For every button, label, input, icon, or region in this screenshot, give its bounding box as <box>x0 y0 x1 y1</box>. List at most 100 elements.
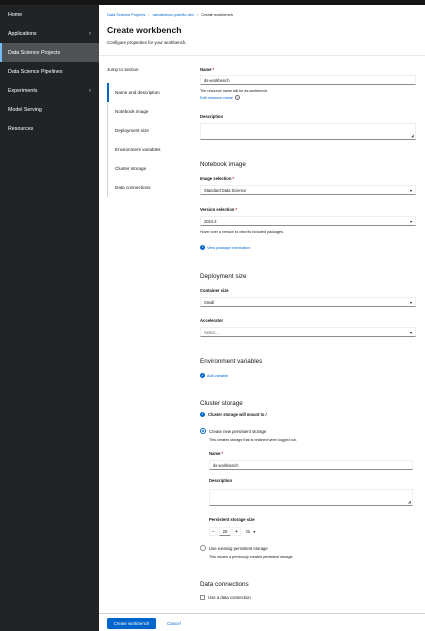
page-title: Create workbench <box>107 25 182 35</box>
create-workbench-button[interactable]: Create workbench <box>107 618 156 629</box>
page-description: Configure properties for your workbench. <box>107 40 187 45</box>
sidebar-item-experiments[interactable]: Experiments › <box>0 81 99 100</box>
use-data-connection-label: Use a data connection <box>208 595 251 600</box>
header-divider <box>99 55 425 56</box>
storage-size-stepper: − 20 + Gi ▾ <box>209 527 255 536</box>
chevron-right-icon: › <box>89 87 91 94</box>
resource-name-helper: The resource name will be ds-workbench. <box>200 89 269 93</box>
info-icon: i <box>200 245 205 250</box>
existing-storage-label: Use existing persistent storage <box>209 545 268 551</box>
existing-storage-radio[interactable]: Use existing persistent storage <box>200 545 268 551</box>
image-selection-label: Image selection* <box>200 176 235 181</box>
image-selection-select[interactable]: Standard Data Science ▾ <box>200 185 416 195</box>
use-data-connection-checkbox[interactable]: Use a data connection <box>200 595 251 600</box>
storage-size-input[interactable]: 20 <box>219 527 231 536</box>
cluster-storage-info: i Cluster storage will mount to / <box>200 412 267 417</box>
resize-handle-icon[interactable]: ◢ <box>408 500 411 504</box>
create-storage-label: Create new persistent storage <box>209 428 267 434</box>
jump-link-environment-variables[interactable]: Environment variables <box>107 140 191 159</box>
jump-links: Name and description Notebook image Depl… <box>107 83 191 197</box>
form-footer: Create workbench Cancel <box>99 613 425 631</box>
description-textarea[interactable]: ◢ <box>200 123 416 140</box>
storage-name-label: Name* <box>209 451 224 456</box>
jump-to-section-heading: Jump to section <box>107 67 139 72</box>
data-connections-title: Data connections <box>200 581 249 588</box>
accelerator-label: Accelerator <box>200 318 224 323</box>
sidebar-item-model-serving[interactable]: Model Serving <box>0 100 99 119</box>
environment-variables-title: Environment variables <box>200 358 263 365</box>
breadcrumb-current: Create workbench <box>201 12 233 17</box>
accelerator-select[interactable]: Select... ▾ <box>200 327 416 337</box>
add-circle-icon: + <box>200 373 205 378</box>
container-size-label: Container size <box>200 288 229 293</box>
radio-unchecked-icon[interactable] <box>200 545 206 551</box>
radio-checked-icon[interactable] <box>200 428 206 434</box>
storage-name-input[interactable]: ds-workbench <box>209 460 413 470</box>
checkbox-icon[interactable] <box>200 595 205 600</box>
jump-link-data-connections[interactable]: Data connections <box>107 178 191 197</box>
required-mark: * <box>221 451 224 456</box>
version-selection-label: Version selection* <box>200 207 238 212</box>
storage-description-label: Description <box>209 478 233 483</box>
version-helper: Hover over a version to view its include… <box>200 230 284 234</box>
storage-unit-value: Gi <box>246 529 251 534</box>
cluster-storage-info-text: Cluster storage will mount to / <box>208 412 267 417</box>
version-selection-select[interactable]: 2024.2 ▾ <box>200 216 416 226</box>
sidebar-item-applications[interactable]: Applications › <box>0 24 99 43</box>
cancel-button[interactable]: Cancel <box>167 618 181 629</box>
resize-handle-icon[interactable]: ◢ <box>411 134 414 138</box>
create-storage-helper: This creates storage that is retained wh… <box>209 438 297 442</box>
sidebar-item-resources[interactable]: Resources <box>0 119 99 138</box>
storage-size-label: Persistent storage size <box>209 517 255 522</box>
image-selection-value: Standard Data Science <box>204 187 247 193</box>
sidebar-item-label: Home <box>8 11 23 18</box>
add-variable-link[interactable]: Add variable <box>207 374 228 378</box>
sidebar-item-label: Applications <box>8 30 37 37</box>
jump-link-notebook-image[interactable]: Notebook image <box>107 102 191 121</box>
help-icon[interactable]: ? <box>234 95 240 100</box>
sidebar-nav: Home Applications › Data Science Projects… <box>0 5 99 631</box>
storage-description-textarea[interactable]: ◢ <box>209 489 413 506</box>
decrement-button[interactable]: − <box>209 527 218 536</box>
cluster-storage-title: Cluster storage <box>200 400 243 407</box>
sidebar-item-label: Data Science Pipelines <box>8 68 63 75</box>
main-content: Data Science Projects › ramaktahov-yokof… <box>99 5 425 631</box>
breadcrumb-separator: › <box>196 12 199 17</box>
breadcrumb-project-link[interactable]: ramaktahov-yokofix-dev <box>153 12 194 17</box>
edit-resource-name-link[interactable]: Edit resource name <box>200 96 233 100</box>
container-size-select[interactable]: Small ▾ <box>200 297 416 307</box>
name-input[interactable]: ds-workbench <box>200 75 416 85</box>
increment-button[interactable]: + <box>232 527 241 536</box>
notebook-image-title: Notebook image <box>200 161 246 168</box>
name-label: Name* <box>200 67 215 72</box>
jump-link-deployment-size[interactable]: Deployment size <box>107 121 191 140</box>
view-package-info-row[interactable]: i View package information <box>200 245 250 250</box>
sidebar-item-data-science-projects[interactable]: Data Science Projects <box>0 43 99 62</box>
breadcrumb-projects-link[interactable]: Data Science Projects <box>107 12 145 17</box>
view-package-info-link[interactable]: View package information <box>207 246 250 250</box>
required-mark: * <box>235 207 238 212</box>
sidebar-item-label: Resources <box>8 125 34 132</box>
edit-resource-name-row: Edit resource name ? <box>200 95 240 100</box>
storage-unit-select[interactable]: Gi ▾ <box>246 529 255 534</box>
sidebar-item-data-science-pipelines[interactable]: Data Science Pipelines <box>0 62 99 81</box>
deployment-size-title: Deployment size <box>200 273 247 280</box>
add-variable-row[interactable]: + Add variable <box>200 373 228 378</box>
jump-link-name-description[interactable]: Name and description <box>107 83 191 102</box>
version-selection-value: 2024.2 <box>204 218 217 224</box>
caret-down-icon: ▾ <box>409 329 412 335</box>
info-icon: i <box>200 412 205 417</box>
breadcrumb: Data Science Projects › ramaktahov-yokof… <box>107 12 233 17</box>
accelerator-value: Select... <box>204 329 219 335</box>
breadcrumb-separator: › <box>148 12 150 17</box>
sidebar-item-label: Data Science Projects <box>8 49 61 56</box>
jump-link-cluster-storage[interactable]: Cluster storage <box>107 159 191 178</box>
create-storage-radio[interactable]: Create new persistent storage <box>200 428 266 434</box>
caret-down-icon: ▾ <box>409 299 412 305</box>
required-mark: * <box>212 67 215 72</box>
caret-down-icon: ▾ <box>409 218 412 224</box>
caret-down-icon: ▾ <box>253 529 256 534</box>
container-size-value: Small <box>204 299 215 305</box>
sidebar-item-home[interactable]: Home <box>0 5 99 24</box>
existing-storage-helper: This reuses a previously created persist… <box>209 555 294 559</box>
